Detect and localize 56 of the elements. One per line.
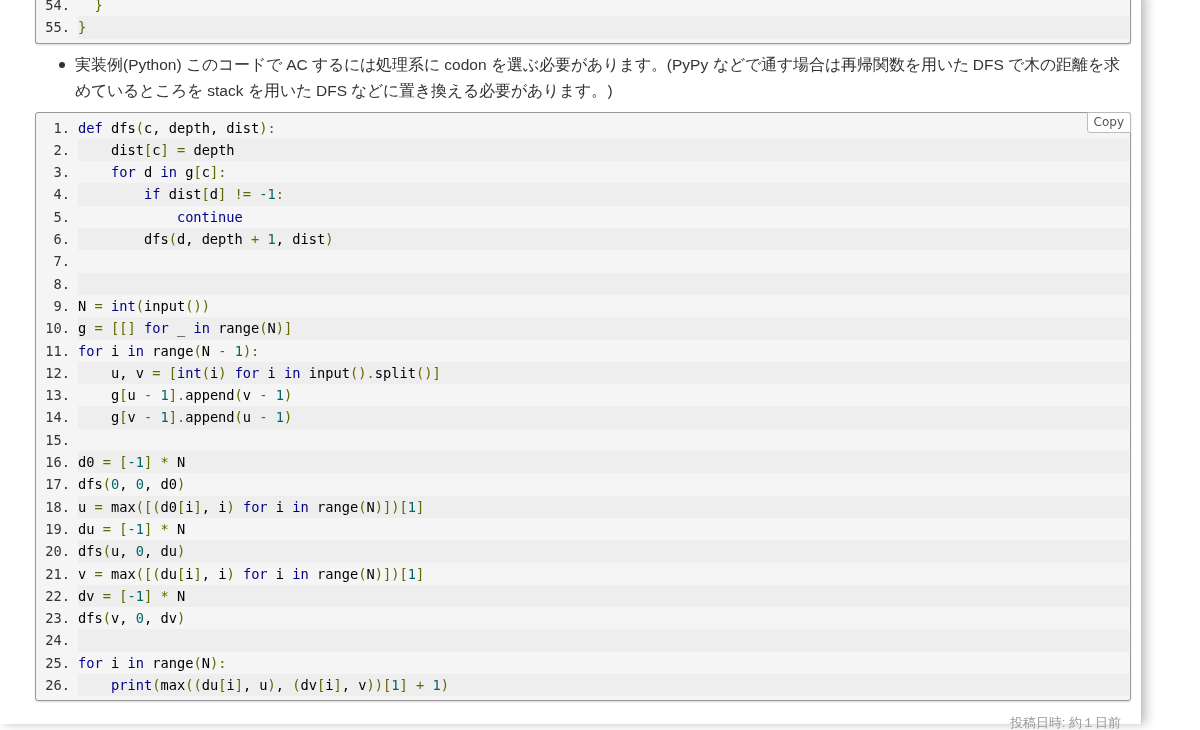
- line-number: 12.: [44, 363, 71, 383]
- line-number: 17.: [44, 475, 71, 495]
- code-line: u = max([(d0[i], i) for i in range(N)])[1]: [78, 498, 425, 515]
- line-number: 26.: [44, 676, 71, 695]
- line-number: 23.: [44, 609, 71, 629]
- code-line: for i in range(N - 1):: [78, 342, 260, 359]
- code-line: g = [[] for _ in range(N)]: [78, 320, 293, 337]
- line-number: 18.: [44, 497, 71, 517]
- code-line: dfs(u, 0, du): [78, 543, 186, 560]
- line-number: 16.: [44, 453, 71, 473]
- code-line: for d in g[c]:: [109, 164, 227, 181]
- line-number: 2.: [52, 140, 71, 160]
- line-number: 55.: [44, 18, 71, 38]
- post-date: 投稿日時: 約１日前: [1009, 715, 1121, 730]
- line-number: 9.: [52, 296, 71, 316]
- code-line: dfs(d, depth + 1, dist): [142, 231, 334, 248]
- line-number: 14.: [44, 408, 71, 428]
- code-line: dv = [-1] * N: [78, 587, 186, 604]
- code-line: print(max((du[i], u), (dv[i], v))[1] + 1): [109, 677, 449, 693]
- code-line: }: [93, 0, 103, 13]
- line-number: 19.: [44, 519, 71, 539]
- code-line: for i in range(N):: [78, 654, 227, 671]
- line-number: 13.: [44, 386, 71, 406]
- code-line: du = [-1] * N: [78, 520, 186, 537]
- line-number: 7.: [52, 252, 71, 272]
- line-number: 5.: [52, 207, 71, 227]
- line-number: 3.: [52, 163, 71, 183]
- line-number: 15.: [44, 430, 71, 450]
- line-number: 25.: [44, 653, 71, 673]
- code-line: if dist[d] != -1:: [142, 186, 285, 203]
- line-number: 10.: [44, 319, 71, 339]
- line-number: 1.: [52, 118, 71, 138]
- copy-button[interactable]: Copy: [1086, 111, 1131, 133]
- code-line: N = int(input()): [78, 297, 210, 314]
- code-line: dfs(0, 0, d0): [78, 476, 186, 493]
- line-number: 11.: [44, 341, 71, 361]
- line-number: 20.: [44, 542, 71, 562]
- line-number: 6.: [52, 230, 71, 250]
- code-line: def dfs(c, depth, dist):: [78, 119, 276, 136]
- line-number: 21.: [44, 564, 71, 584]
- bullet-text: 実装例(Python) このコードで AC するには処理系に codon を選ぶ必要があります。(PyPy などで通す場合は再帰関数を用いた DFS で木の距離を求めているところを stack を用いた DFS などに置き換える必要があります。): [75, 54, 1122, 101]
- code-line: g[u - 1].append(v - 1): [109, 387, 293, 404]
- code-line: v = max([(du[i], i) for i in range(N)])[1]: [78, 565, 425, 582]
- code-line: u, v = [int(i) for i in input().split()]: [109, 364, 441, 381]
- code-line: d0 = [-1] * N: [78, 454, 186, 471]
- line-number: 22.: [44, 586, 71, 606]
- code-line: dfs(v, 0, dv): [78, 610, 186, 627]
- code-line: g[v - 1].append(u - 1): [109, 409, 293, 426]
- line-number: 24.: [44, 631, 71, 651]
- line-number: 8.: [52, 274, 71, 294]
- code-line: continue: [175, 208, 243, 225]
- code-line: }: [78, 19, 87, 36]
- line-number: 54.: [44, 0, 71, 15]
- bullet-icon: [59, 61, 65, 68]
- line-number: 4.: [52, 185, 71, 205]
- code-line: dist[c] = depth: [109, 141, 235, 158]
